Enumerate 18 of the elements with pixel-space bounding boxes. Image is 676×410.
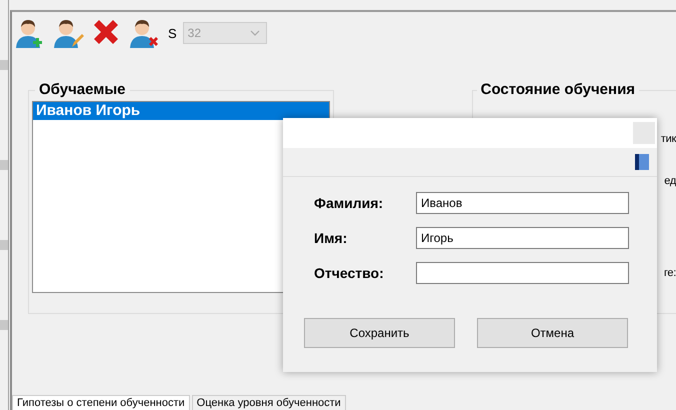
help-icon[interactable] [635, 154, 649, 170]
input-field[interactable]: Игорь [416, 227, 629, 249]
input-field[interactable] [416, 262, 629, 284]
status-label: ед [664, 175, 676, 187]
edit-user-icon[interactable] [52, 18, 84, 48]
dialog-button[interactable]: Сохранить [304, 318, 455, 348]
group-title: Состояние обучения [476, 82, 640, 98]
tab[interactable]: Гипотезы о степени обученности [12, 395, 190, 410]
group-title: Обучаемые [35, 82, 130, 98]
list-item[interactable]: Иванов Игорь [33, 102, 329, 120]
status-label: тик [660, 133, 676, 145]
status-label: ге: [664, 267, 676, 279]
tab[interactable]: Оценка уровня обученности [192, 395, 346, 410]
input-field[interactable]: Иванов [416, 192, 629, 214]
dialog-button[interactable]: Отмена [477, 318, 628, 348]
size-label: S [168, 26, 177, 40]
caret-icon [250, 30, 260, 36]
remove-user-icon[interactable] [128, 18, 160, 48]
